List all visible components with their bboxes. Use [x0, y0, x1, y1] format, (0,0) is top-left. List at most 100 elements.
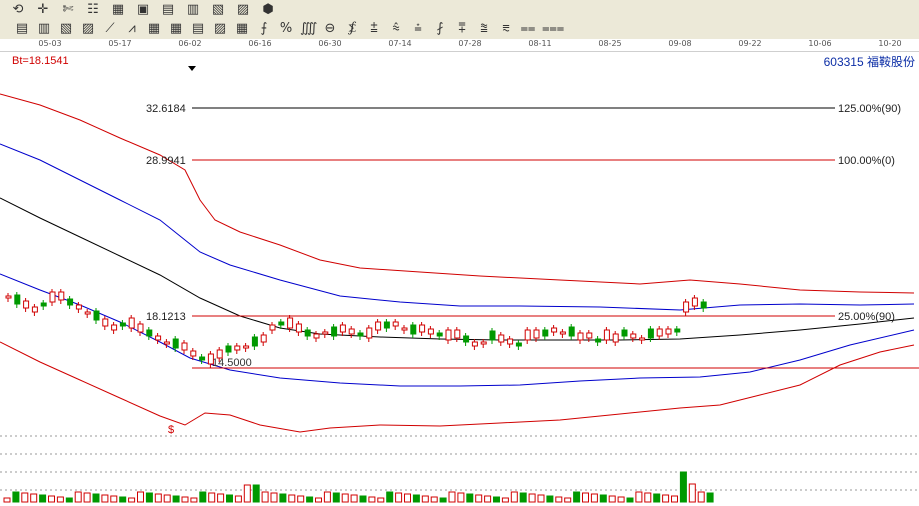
volume-bar [226, 494, 233, 503]
volume-bar [617, 496, 625, 503]
cursor-marker [188, 66, 196, 71]
candle-body [181, 342, 188, 351]
volume-bar [671, 495, 678, 503]
gann-pct-label: 25.00%(90) [838, 311, 895, 323]
candle-body [515, 342, 522, 347]
candle-body [23, 300, 30, 309]
volume-bar [172, 495, 180, 503]
candle-body [595, 338, 602, 343]
volume-bar [315, 497, 322, 503]
volume-bar [92, 493, 100, 503]
volume-bar [154, 493, 162, 503]
candle-body [656, 328, 663, 337]
candle-body [647, 328, 654, 339]
candle-body [630, 333, 637, 339]
volume-bar [377, 497, 385, 503]
candle-body [75, 304, 82, 310]
volume-bar [190, 497, 198, 503]
volume-bar [412, 494, 420, 503]
volume-bar [590, 493, 598, 503]
volume-bar [386, 491, 394, 503]
volume-bar [199, 491, 207, 503]
volume-bar [163, 494, 171, 503]
candle-body [700, 301, 707, 309]
candle-body [471, 341, 478, 347]
volume-bar [56, 496, 64, 503]
volume-bar [448, 491, 456, 503]
candle-body [260, 334, 267, 343]
candle-body [375, 321, 382, 331]
candle-body [533, 329, 540, 339]
candle-body [480, 341, 487, 345]
gann-price-label: 18.1213 [146, 311, 186, 323]
volume-bar [653, 493, 661, 503]
volume-bar [395, 492, 403, 503]
volume-bar [137, 491, 144, 503]
candle-body [251, 336, 258, 347]
volume-bar [288, 494, 296, 503]
candle-body [691, 297, 698, 307]
candle-body [559, 331, 566, 335]
volume-bar [582, 492, 589, 503]
candle-body [102, 318, 109, 327]
candle-body [665, 328, 672, 335]
candle-body [498, 334, 505, 343]
volume-bar [679, 471, 687, 503]
candle-body [568, 326, 575, 337]
bt-value: Bt=18.1541 [12, 55, 69, 67]
candle-body [190, 350, 197, 357]
candle-body [14, 294, 21, 305]
volume-bar [74, 491, 82, 503]
volume-bar [439, 497, 447, 503]
volume-bar [528, 493, 536, 503]
volume-bar [484, 495, 492, 503]
k-line-chart[interactable]: 32.6184 125.00%(90) 28.9941 100.00%(0) 18.12… [0, 0, 919, 506]
volume-bar [599, 494, 607, 503]
candle-body [304, 329, 311, 337]
volume-bar [83, 492, 91, 503]
volume-bar [243, 484, 251, 503]
candle-body [542, 329, 549, 337]
candle-body [339, 324, 346, 333]
volume-bar [644, 492, 652, 503]
candle-body [5, 295, 12, 299]
candle-body [119, 322, 126, 327]
volume-bar [119, 496, 127, 503]
candle-body [287, 317, 294, 329]
volume-bar [252, 484, 260, 503]
volume-bar [493, 496, 500, 503]
candle-body [348, 328, 355, 335]
volume-bar [457, 492, 465, 503]
volume-bar [234, 495, 242, 503]
candle-body [146, 329, 153, 337]
volume-bar [359, 495, 367, 503]
gann-price-label: 32.6184 [146, 103, 186, 115]
volume-bar [697, 491, 705, 503]
candle-body [243, 345, 250, 349]
candle-body [621, 329, 628, 337]
candle-body [357, 332, 364, 337]
volume-bar [128, 497, 136, 503]
candle-body [84, 311, 91, 315]
candle-body [313, 333, 320, 339]
volume-bar [39, 494, 47, 503]
volume-bar [706, 492, 714, 503]
volume-bar [546, 495, 554, 503]
lower-band-line [0, 341, 915, 433]
volume-bar [404, 493, 411, 503]
center-line [0, 197, 915, 341]
candle-body [454, 329, 461, 339]
candle-body [163, 341, 170, 345]
candle-body [128, 317, 135, 329]
volume-bar [12, 491, 20, 503]
volume-bar [145, 492, 153, 503]
volume-bar [208, 492, 216, 503]
volume-bar [65, 497, 73, 503]
volume-bar [110, 495, 118, 503]
candle-body [401, 327, 408, 331]
candle-body [199, 356, 206, 361]
candle-body [419, 324, 426, 333]
candle-body [111, 324, 118, 331]
candle-body [269, 324, 276, 331]
upper-band-line [0, 93, 915, 294]
